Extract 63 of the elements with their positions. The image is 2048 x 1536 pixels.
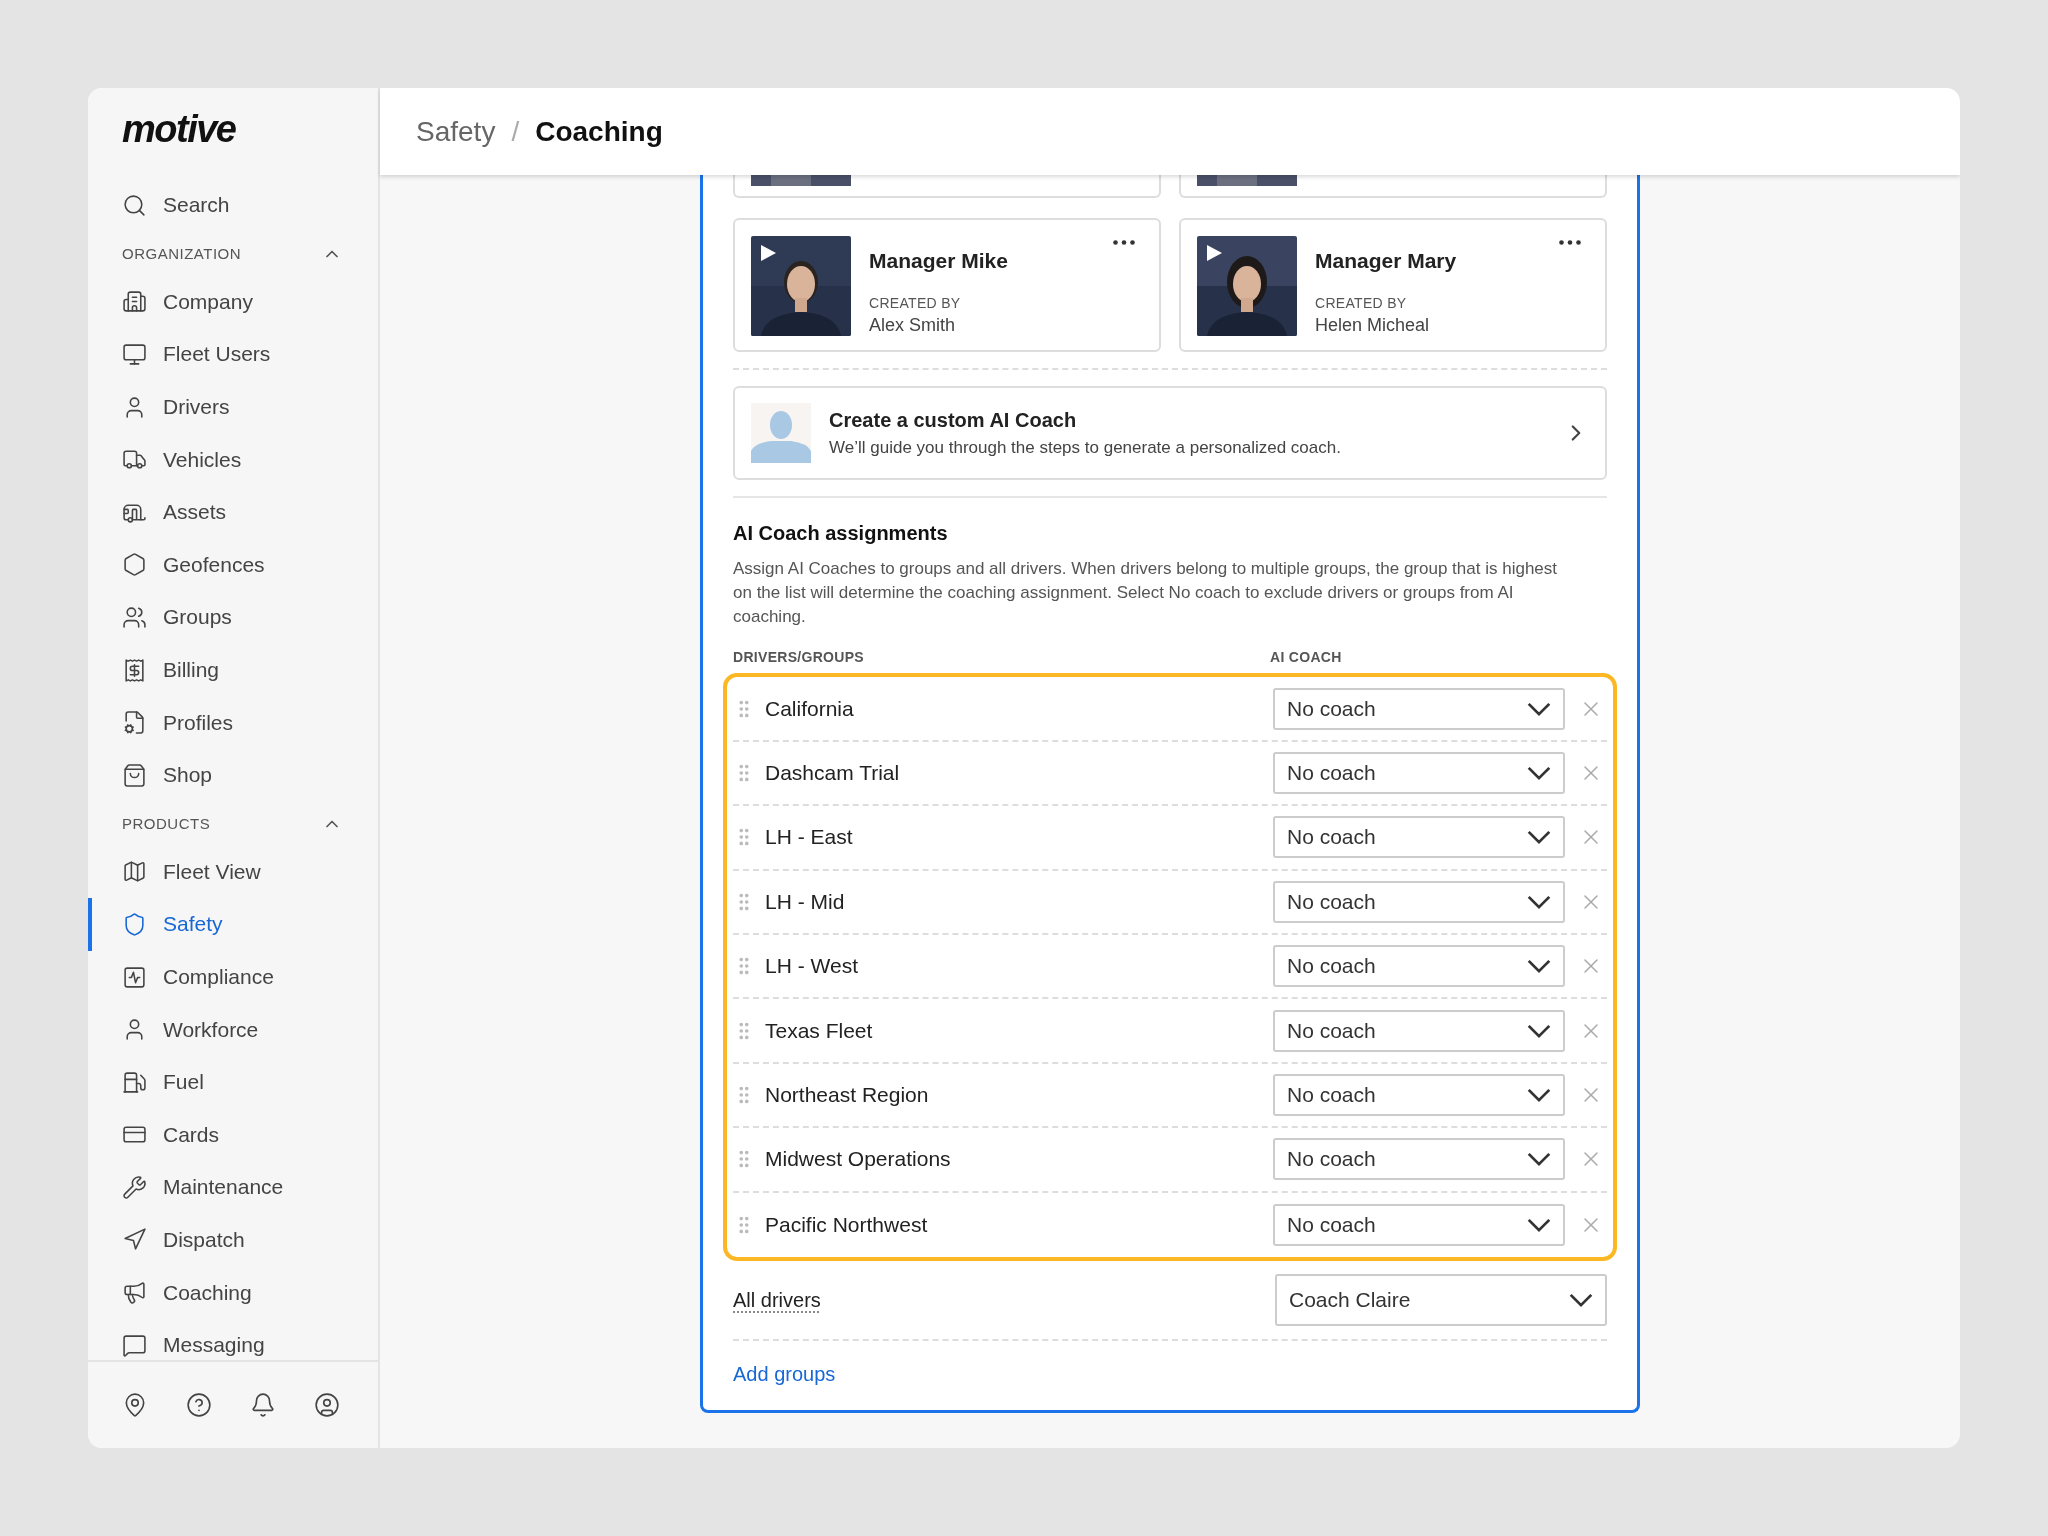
nav-item[interactable]: Geofences bbox=[88, 538, 378, 592]
coach-select[interactable]: No coach bbox=[1273, 1009, 1565, 1052]
group-name: Texas Fleet bbox=[765, 1018, 874, 1043]
group-name: Midwest Operations bbox=[765, 1147, 952, 1172]
group-name: California bbox=[765, 696, 855, 721]
section-description: Assign AI Coaches to groups and all drivers. When drivers belong to multiple groups, the group that is highest on the list will determine the coaching assignment. Select No coach to exclude drivers or groups from AI coaching. bbox=[733, 558, 1558, 629]
nav-item[interactable]: Maintenance bbox=[88, 1161, 378, 1214]
nav-item[interactable]: Groups bbox=[88, 591, 378, 644]
group-name: LH - East bbox=[765, 825, 854, 850]
coach-name: Manager Mike bbox=[869, 249, 1008, 274]
add-groups-link[interactable]: Add groups bbox=[733, 1363, 836, 1385]
group-name: LH - Mid bbox=[765, 889, 846, 914]
nav-item[interactable]: Safety bbox=[88, 898, 378, 951]
nav-item[interactable]: Fleet Users bbox=[88, 328, 378, 381]
nav-item[interactable]: Billing bbox=[88, 643, 378, 697]
nav-item[interactable]: Company bbox=[88, 275, 378, 329]
nav-item[interactable]: Shop bbox=[88, 748, 378, 802]
creator-name: Helen Micheal bbox=[1315, 315, 1431, 337]
coach-select[interactable]: No coach bbox=[1273, 945, 1565, 988]
group-name: Pacific Northwest bbox=[765, 1212, 929, 1237]
nav-item[interactable]: Coaching bbox=[88, 1266, 378, 1319]
nav-item[interactable]: Messaging bbox=[88, 1318, 378, 1360]
created-by-label: CREATED BY bbox=[869, 295, 962, 312]
group-name: Dashcam Trial bbox=[765, 761, 901, 786]
section-heading: PRODUCTS bbox=[122, 815, 211, 833]
search-link[interactable]: Search bbox=[88, 179, 378, 232]
coach-select[interactable]: No coach bbox=[1273, 1074, 1565, 1116]
create-coach-card[interactable]: Create a custom AI Coach We’ll guide you through the steps to generate a personalized coach. bbox=[733, 386, 1607, 481]
create-coach-title: Create a custom AI Coach bbox=[829, 409, 1078, 432]
logo[interactable]: motive bbox=[88, 88, 378, 175]
nav-item[interactable]: Assets bbox=[88, 485, 378, 539]
coach-select[interactable]: No coach bbox=[1273, 687, 1565, 730]
nav-item[interactable]: Drivers bbox=[88, 380, 378, 434]
section-heading: ORGANIZATION bbox=[122, 245, 242, 263]
breadcrumb-item: Coaching bbox=[535, 115, 663, 148]
created-by-label: CREATED BY bbox=[1315, 295, 1408, 312]
group-name: LH - West bbox=[765, 954, 859, 979]
nav-item[interactable]: Workforce bbox=[88, 1003, 378, 1056]
coach-card[interactable]: Manager Mary CREATED BY Helen Micheal bbox=[1179, 218, 1607, 353]
coach-select[interactable]: Coach Claire bbox=[1275, 1274, 1607, 1326]
column-header: AI COACH bbox=[1270, 649, 1343, 666]
create-coach-description: We’ll guide you through the steps to generate a personalized coach. bbox=[829, 438, 1342, 458]
nav-item[interactable]: Dispatch bbox=[88, 1213, 378, 1267]
coach-card[interactable]: Manager Mike CREATED BY Alex Smith bbox=[733, 218, 1161, 353]
nav-item[interactable]: Cards bbox=[88, 1108, 378, 1162]
breadcrumb-item[interactable]: Safety bbox=[416, 115, 496, 148]
column-header: DRIVERS/GROUPS bbox=[733, 649, 865, 666]
breadcrumb-separator: / bbox=[511, 115, 520, 148]
nav-item[interactable]: Fuel bbox=[88, 1055, 378, 1109]
coach-select[interactable]: No coach bbox=[1273, 816, 1565, 859]
creator-name: Alex Smith bbox=[869, 315, 957, 337]
nav-item[interactable]: Vehicles bbox=[88, 433, 378, 486]
coach-select[interactable]: No coach bbox=[1273, 1138, 1565, 1181]
nav-item[interactable]: Fleet View bbox=[88, 845, 378, 899]
all-drivers-link[interactable]: All drivers bbox=[733, 1288, 821, 1312]
group-name: Northeast Region bbox=[765, 1083, 930, 1107]
nav-item[interactable]: Compliance bbox=[88, 950, 378, 1004]
coach-select[interactable]: No coach bbox=[1273, 880, 1565, 923]
coach-name: Manager Mary bbox=[1315, 249, 1457, 274]
coach-select[interactable]: No coach bbox=[1273, 1203, 1565, 1246]
section-title: AI Coach assignments bbox=[733, 522, 949, 546]
coach-select[interactable]: No coach bbox=[1273, 752, 1565, 795]
nav-item[interactable]: Profiles bbox=[88, 696, 378, 749]
